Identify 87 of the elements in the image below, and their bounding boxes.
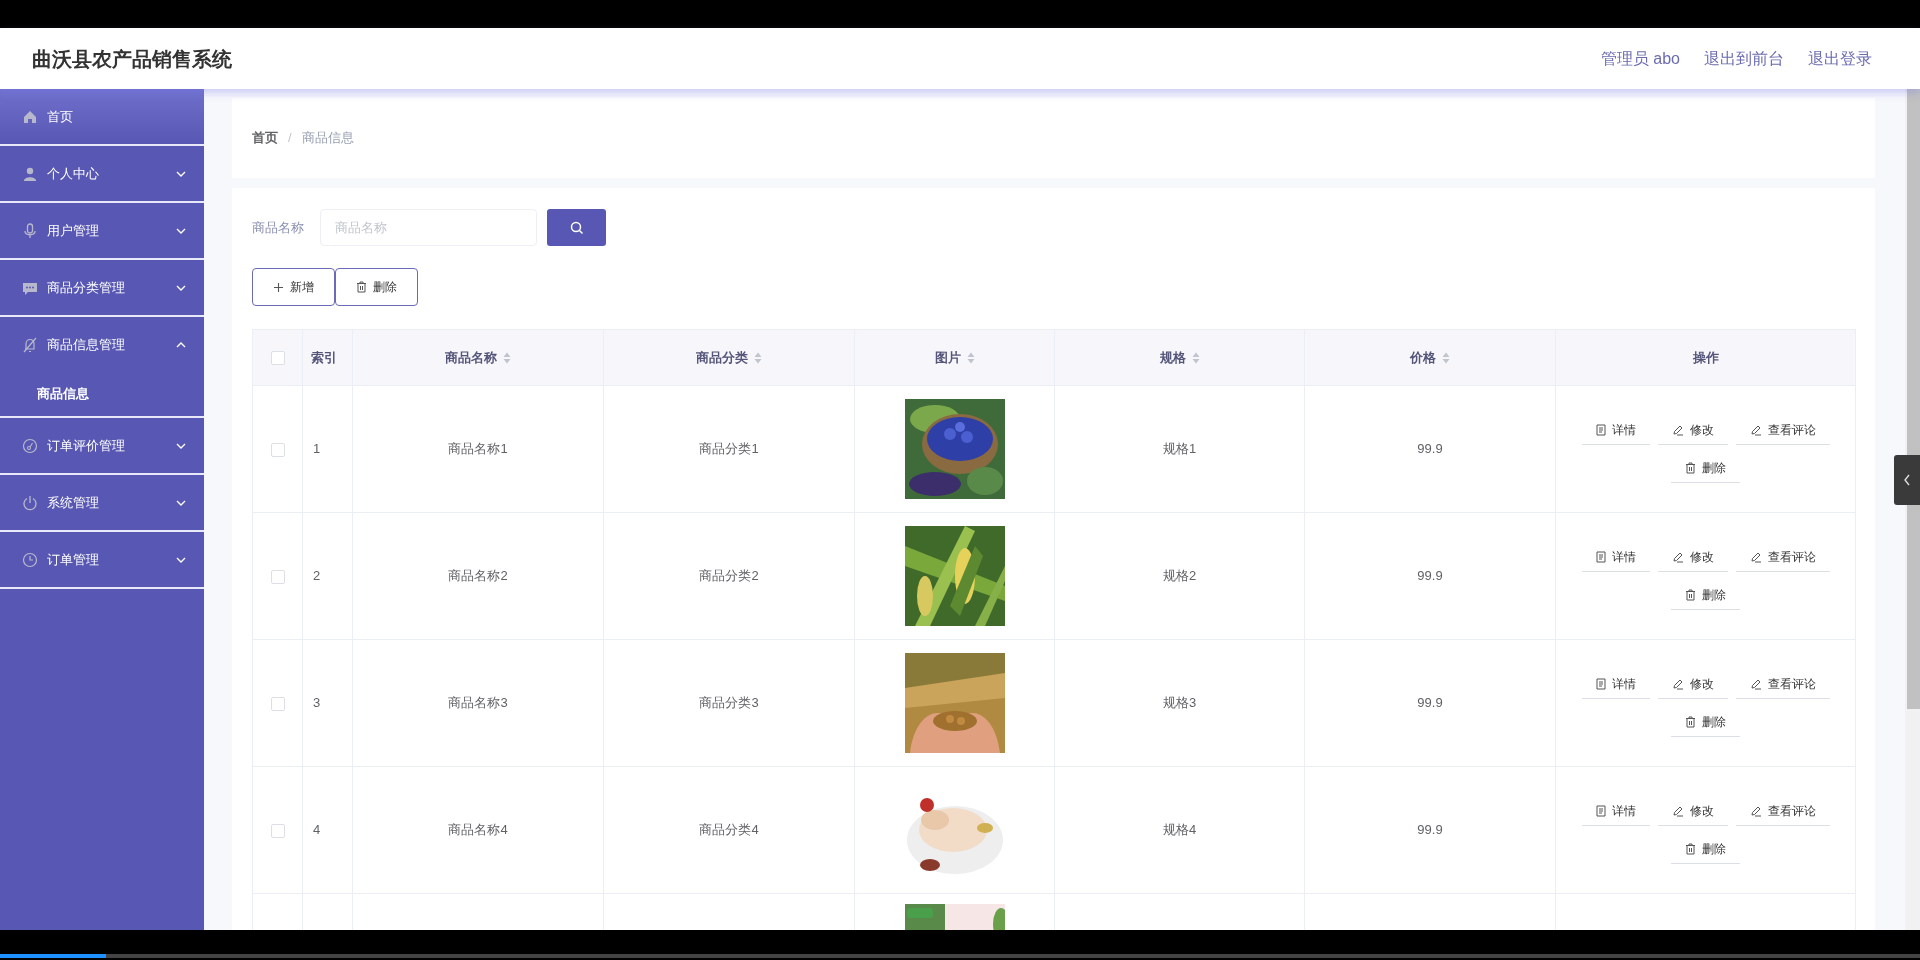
column-header[interactable]: 索引 (311, 347, 337, 368)
column-header[interactable]: 商品名称 (445, 347, 511, 368)
search-icon (569, 220, 584, 235)
trash-icon (1685, 588, 1696, 601)
table-cell: 规格4 (1162, 822, 1197, 838)
sort-icon[interactable] (966, 351, 975, 364)
sidebar-item[interactable]: 订单评价管理 (0, 418, 204, 473)
search-button[interactable] (547, 209, 606, 246)
pencil-icon (1749, 804, 1762, 817)
document-icon (1595, 423, 1606, 436)
sidebar-item[interactable]: 系统管理 (0, 475, 204, 530)
table-cell: 商品分类3 (699, 695, 759, 711)
add-button[interactable]: 新增 (252, 268, 335, 306)
header-link[interactable]: 退出登录 (1808, 46, 1872, 71)
column-header[interactable]: 图片 (934, 347, 975, 368)
checkbox[interactable] (270, 823, 285, 838)
gauge-icon (22, 437, 38, 454)
table-cell: 99.9 (1417, 695, 1443, 711)
sort-icon[interactable] (1442, 351, 1450, 364)
table-cell: 规格3 (1162, 695, 1197, 711)
checkbox[interactable] (270, 569, 285, 584)
pencil-icon (1749, 677, 1762, 690)
collapse-tab[interactable] (1894, 455, 1920, 505)
header-link[interactable]: 管理员 abo (1600, 46, 1680, 71)
home-icon (22, 108, 38, 125)
app-title: 曲沃县农产品销售系统 (32, 46, 232, 72)
checkbox[interactable] (270, 696, 285, 711)
table-cell: 商品名称4 (448, 822, 508, 838)
microphone-icon (22, 222, 38, 239)
pencil-icon (1749, 550, 1762, 563)
scrollbar[interactable] (1905, 89, 1920, 455)
pencil-icon (1671, 677, 1684, 690)
table-cell: 99.9 (1417, 568, 1443, 584)
table-cell: 3 (313, 695, 321, 711)
trash-icon (356, 281, 367, 293)
table-cell: 商品名称3 (448, 695, 508, 711)
chevron-left-icon (1903, 474, 1911, 486)
table-cell: 商品分类4 (699, 822, 759, 838)
pencil-icon (1671, 804, 1684, 817)
search-field[interactable]: 商品名称 (320, 209, 537, 246)
table-cell: 商品分类2 (699, 568, 759, 584)
table-cell: 4 (313, 822, 321, 838)
delete-button[interactable]: 删除 (335, 268, 418, 306)
sidebar-item[interactable]: 用户管理 (0, 203, 204, 258)
sidebar-item[interactable]: 订单管理 (0, 532, 204, 587)
checkbox[interactable] (270, 442, 285, 457)
trash-icon (1685, 842, 1696, 855)
sidebar-item[interactable]: 商品信息管理 (0, 317, 204, 372)
scrollbar-track[interactable] (1905, 505, 1920, 930)
seek-track[interactable] (0, 954, 1920, 958)
breadcrumb-link[interactable]: 首页 (252, 128, 278, 148)
power-icon (22, 494, 38, 511)
sidebar-item[interactable]: 个人中心 (0, 146, 204, 201)
table-cell: 99.9 (1417, 822, 1443, 838)
user-icon (22, 165, 38, 182)
plus-icon (273, 281, 284, 293)
bell-off-icon (22, 336, 38, 353)
checkbox[interactable] (270, 351, 285, 366)
trash-icon (1685, 715, 1696, 728)
header-link[interactable]: 退出到前台 (1704, 46, 1784, 71)
document-icon (1595, 804, 1606, 817)
table-cell: 规格1 (1162, 441, 1197, 457)
clock-icon (22, 551, 38, 568)
pencil-icon (1671, 423, 1684, 436)
table-cell: 商品名称1 (448, 441, 508, 457)
field-label: 商品名称 (252, 218, 305, 237)
table-cell: 1 (313, 441, 321, 457)
sort-icon[interactable] (1191, 351, 1200, 364)
document-icon (1595, 550, 1606, 563)
submenu-item[interactable]: 商品信息 (0, 372, 204, 416)
sidebar-item[interactable]: 商品分类管理 (0, 260, 204, 315)
pencil-icon (1749, 423, 1762, 436)
table-cell: 99.9 (1417, 441, 1443, 457)
table-cell: 2 (313, 568, 321, 584)
column-header[interactable]: 价格 (1410, 347, 1450, 368)
document-icon (1595, 677, 1606, 690)
table-cell: 规格2 (1162, 568, 1197, 584)
table-cell: 商品分类1 (699, 441, 759, 457)
table-cell: 商品名称2 (448, 568, 508, 584)
trash-icon (1685, 461, 1696, 474)
column-header[interactable]: 操作 (1692, 347, 1719, 368)
sort-icon[interactable] (754, 351, 762, 364)
column-header[interactable]: 商品分类 (696, 347, 762, 368)
column-header[interactable]: 规格 (1159, 347, 1200, 368)
sort-icon[interactable] (503, 351, 511, 364)
breadcrumb-separator: / (288, 129, 292, 148)
pencil-icon (1671, 550, 1684, 563)
